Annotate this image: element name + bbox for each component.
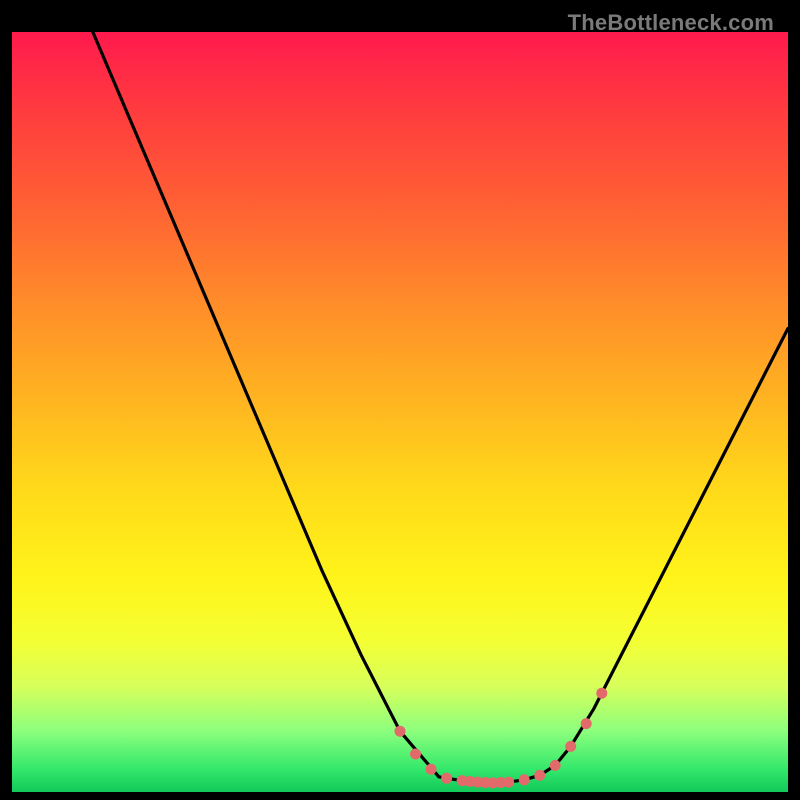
marker-point [395,726,406,737]
marker-point [410,749,421,760]
marker-point [550,760,561,771]
marker-point [581,718,592,729]
marker-point [503,777,514,788]
marker-point [596,688,607,699]
marker-point [534,770,545,781]
chart-frame: TheBottleneck.com [12,8,788,792]
marker-point [519,774,530,785]
curve-svg [12,32,788,792]
marker-point [426,764,437,775]
plot-area [12,32,788,792]
marker-point [441,773,452,784]
marker-point [565,741,576,752]
bottleneck-curve [12,32,788,783]
